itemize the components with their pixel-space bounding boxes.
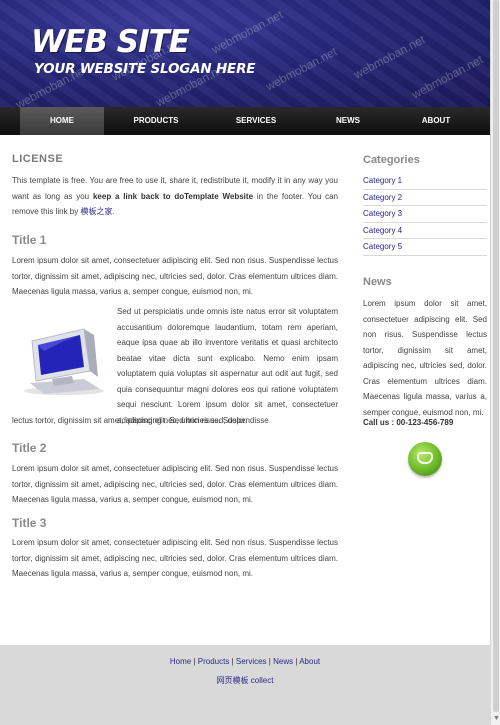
title-3-paragraph: Lorem ipsum dolor sit amet, consectetuer… (12, 538, 338, 578)
computer-monitor-icon (24, 328, 104, 395)
category-item[interactable]: Category 2 (363, 190, 487, 206)
category-item[interactable]: Category 5 (363, 239, 487, 256)
phone-glyph (417, 452, 433, 464)
categories-heading: Categories (363, 154, 420, 166)
vertical-scrollbar[interactable]: ▼ (490, 0, 500, 725)
footer-link-news[interactable]: News (273, 657, 293, 666)
news-paragraph: Lorem ipsum dolor sit amet, consectetuer… (363, 299, 487, 417)
nav-item-services[interactable]: SERVICES (214, 107, 298, 135)
phone-badge-icon (408, 442, 442, 476)
footer-link-products[interactable]: Products (198, 657, 230, 666)
footer-links: Home | Products | Services | News | Abou… (0, 657, 490, 666)
license-text-end: . (112, 207, 115, 216)
title-1-paragraph-2-tail: lectus tortor, dignissim sit amet, adipi… (12, 416, 248, 425)
nav-item-news[interactable]: NEWS (306, 107, 390, 135)
license-text-bold: keep a link back to doTemplate Website (92, 191, 254, 201)
title-2-heading: Title 2 (12, 441, 47, 455)
page: WEB SITE YOUR WEBSITE SLOGAN HERE webmob… (0, 0, 490, 725)
title-2-paragraph: Lorem ipsum dolor sit amet, consectetuer… (12, 464, 338, 504)
category-item[interactable]: Category 3 (363, 206, 487, 223)
license-paragraph: This template is free. You are free to u… (12, 173, 338, 220)
title-3-heading: Title 3 (12, 516, 47, 530)
category-item[interactable]: Category 1 (363, 173, 487, 190)
footer-separator: | (193, 657, 196, 666)
title-1-paragraph-1: Lorem ipsum dolor sit amet, consectetuer… (12, 256, 338, 296)
license-heading: LICENSE (12, 153, 64, 165)
nav-item-about[interactable]: ABOUT (394, 107, 478, 135)
footer-link-services[interactable]: Services (236, 657, 267, 666)
scrollbar-thumb[interactable] (493, 0, 499, 712)
license-link[interactable]: 模板之家 (80, 207, 112, 216)
title-1-heading: Title 1 (12, 233, 47, 247)
title-1-paragraph-2: Sed ut perspiciatis unde omnis iste natu… (117, 307, 338, 425)
nav-item-home[interactable]: HOME (20, 107, 104, 135)
categories-list: Category 1 Category 2 Category 3 Categor… (363, 173, 487, 256)
footer-note[interactable]: 网页模板 collect (0, 675, 490, 686)
news-heading: News (363, 276, 392, 288)
call-us-text: Call us : 00-123-456-789 (363, 418, 454, 427)
footer-separator: | (268, 657, 271, 666)
site-footer: Home | Products | Services | News | Abou… (0, 645, 490, 725)
footer-separator: | (231, 657, 234, 666)
category-item[interactable]: Category 4 (363, 223, 487, 239)
site-header: WEB SITE YOUR WEBSITE SLOGAN HERE webmob… (0, 0, 490, 107)
main-nav: HOME PRODUCTS SERVICES NEWS ABOUT (0, 107, 490, 135)
footer-link-about[interactable]: About (299, 657, 320, 666)
footer-separator: | (295, 657, 298, 666)
nav-item-products[interactable]: PRODUCTS (114, 107, 198, 135)
scroll-down-arrow-icon[interactable]: ▼ (493, 715, 500, 723)
footer-link-home[interactable]: Home (170, 657, 191, 666)
